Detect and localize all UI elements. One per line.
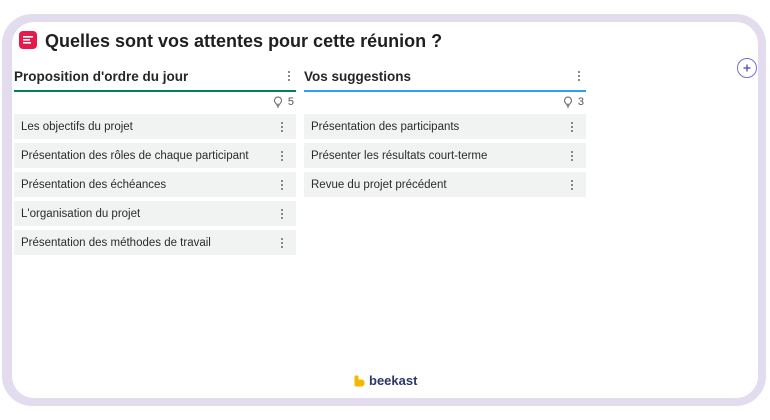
list-item[interactable]: Présentation des rôles de chaque partici… bbox=[14, 143, 296, 168]
item-list: Les objectifs du projet Présentation des… bbox=[14, 114, 296, 255]
item-menu-icon[interactable] bbox=[275, 119, 289, 135]
list-item[interactable]: Présentation des participants bbox=[304, 114, 586, 139]
item-label: L'organisation du projet bbox=[21, 207, 141, 220]
column-menu-icon[interactable] bbox=[282, 68, 296, 84]
lightbulb-icon bbox=[273, 96, 282, 108]
list-item[interactable]: L'organisation du projet bbox=[14, 201, 296, 226]
plus-icon bbox=[743, 64, 751, 72]
list-item[interactable]: Présentation des méthodes de travail bbox=[14, 230, 296, 255]
beekast-logo-icon bbox=[354, 375, 365, 386]
brand-name: beekast bbox=[369, 373, 418, 388]
item-menu-icon[interactable] bbox=[275, 206, 289, 222]
column-title: Vos suggestions bbox=[304, 68, 412, 84]
list-item[interactable]: Les objectifs du projet bbox=[14, 114, 296, 139]
item-menu-icon[interactable] bbox=[275, 177, 289, 193]
column-agenda: Proposition d'ordre du jour 5 Les object… bbox=[14, 62, 296, 259]
lightbulb-icon bbox=[563, 96, 572, 108]
item-menu-icon[interactable] bbox=[275, 235, 289, 251]
item-list: Présentation des participants Présenter … bbox=[304, 114, 586, 197]
list-item[interactable]: Présentation des échéances bbox=[14, 172, 296, 197]
item-label: Présentation des participants bbox=[311, 120, 460, 133]
item-label: Les objectifs du projet bbox=[21, 120, 133, 133]
item-label: Présenter les résultats court-terme bbox=[311, 149, 488, 162]
item-menu-icon[interactable] bbox=[565, 119, 579, 135]
idea-count: 5 bbox=[14, 92, 296, 112]
item-label: Présentation des méthodes de travail bbox=[21, 236, 211, 249]
item-menu-icon[interactable] bbox=[275, 148, 289, 164]
add-column-button[interactable] bbox=[737, 58, 757, 78]
column-menu-icon[interactable] bbox=[572, 68, 586, 84]
item-menu-icon[interactable] bbox=[565, 148, 579, 164]
idea-count-value: 3 bbox=[577, 96, 584, 108]
item-label: Présentation des échéances bbox=[21, 178, 167, 191]
column-suggestions: Vos suggestions 3 Présentation des parti… bbox=[304, 62, 586, 201]
column-header: Proposition d'ordre du jour bbox=[14, 62, 296, 90]
list-item[interactable]: Revue du projet précédent bbox=[304, 172, 586, 197]
idea-count-value: 5 bbox=[287, 96, 294, 108]
page-title: Quelles sont vos attentes pour cette réu… bbox=[45, 31, 443, 51]
column-title: Proposition d'ordre du jour bbox=[14, 68, 189, 84]
item-label: Présentation des rôles de chaque partici… bbox=[21, 149, 249, 162]
idea-count: 3 bbox=[304, 92, 586, 112]
column-header: Vos suggestions bbox=[304, 62, 586, 90]
item-label: Revue du projet précédent bbox=[311, 178, 447, 191]
brand-footer: beekast bbox=[354, 373, 417, 388]
app-logo-icon bbox=[19, 31, 37, 49]
item-menu-icon[interactable] bbox=[565, 177, 579, 193]
list-item[interactable]: Présenter les résultats court-terme bbox=[304, 143, 586, 168]
